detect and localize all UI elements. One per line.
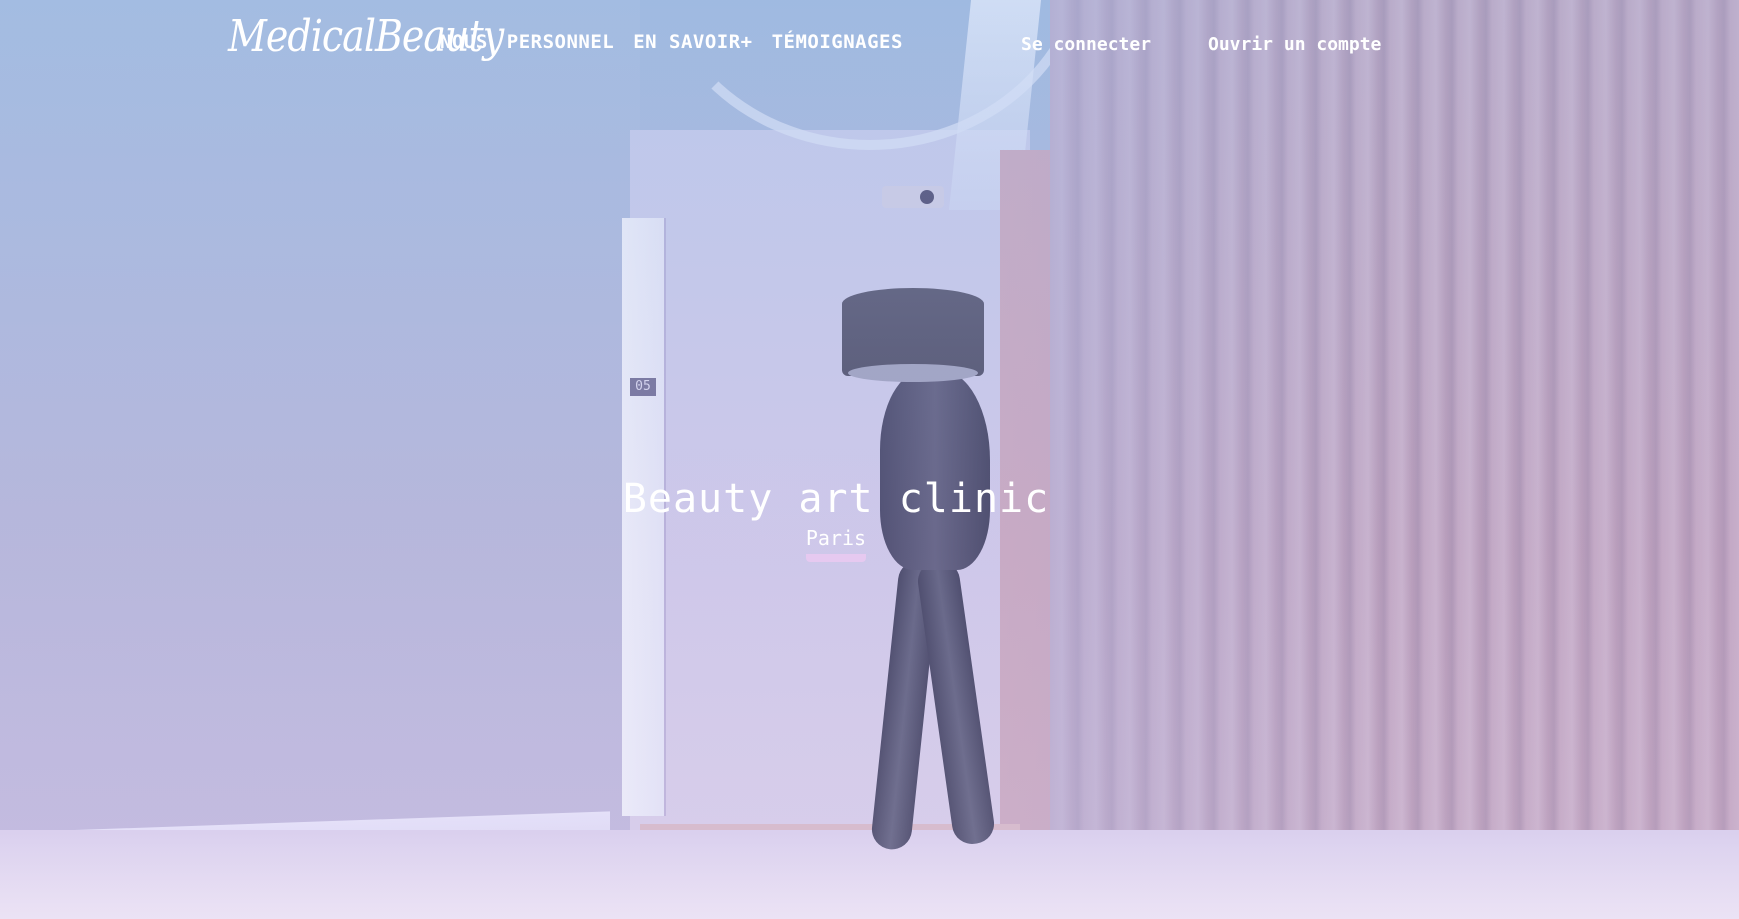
nav-link-personnel[interactable]: PERSONNEL — [507, 31, 614, 53]
nav-link-en-savoir[interactable]: EN SAVOIR+ — [633, 31, 752, 53]
nav-link-nous[interactable]: NOUS — [440, 31, 488, 53]
hero-title: Beauty art clinic — [622, 476, 1050, 522]
open-account-link[interactable]: Ouvrir un compte — [1208, 34, 1381, 55]
hero-text: Beauty art clinic Paris — [0, 476, 1672, 562]
login-link[interactable]: Se connecter — [1021, 34, 1151, 55]
hero-section: 05 MedicalBeauty NOUS PERSONNEL EN SAVOI… — [0, 0, 1739, 919]
navbar: MedicalBeauty NOUS PERSONNEL EN SAVOIR+ … — [0, 0, 1739, 90]
color-overlay — [0, 0, 1739, 919]
nav-link-temoignages[interactable]: TÉMOIGNAGES — [772, 31, 903, 53]
hero-subtitle: Paris — [805, 526, 867, 562]
nav-links: NOUS PERSONNEL EN SAVOIR+ TÉMOIGNAGES — [440, 31, 903, 53]
